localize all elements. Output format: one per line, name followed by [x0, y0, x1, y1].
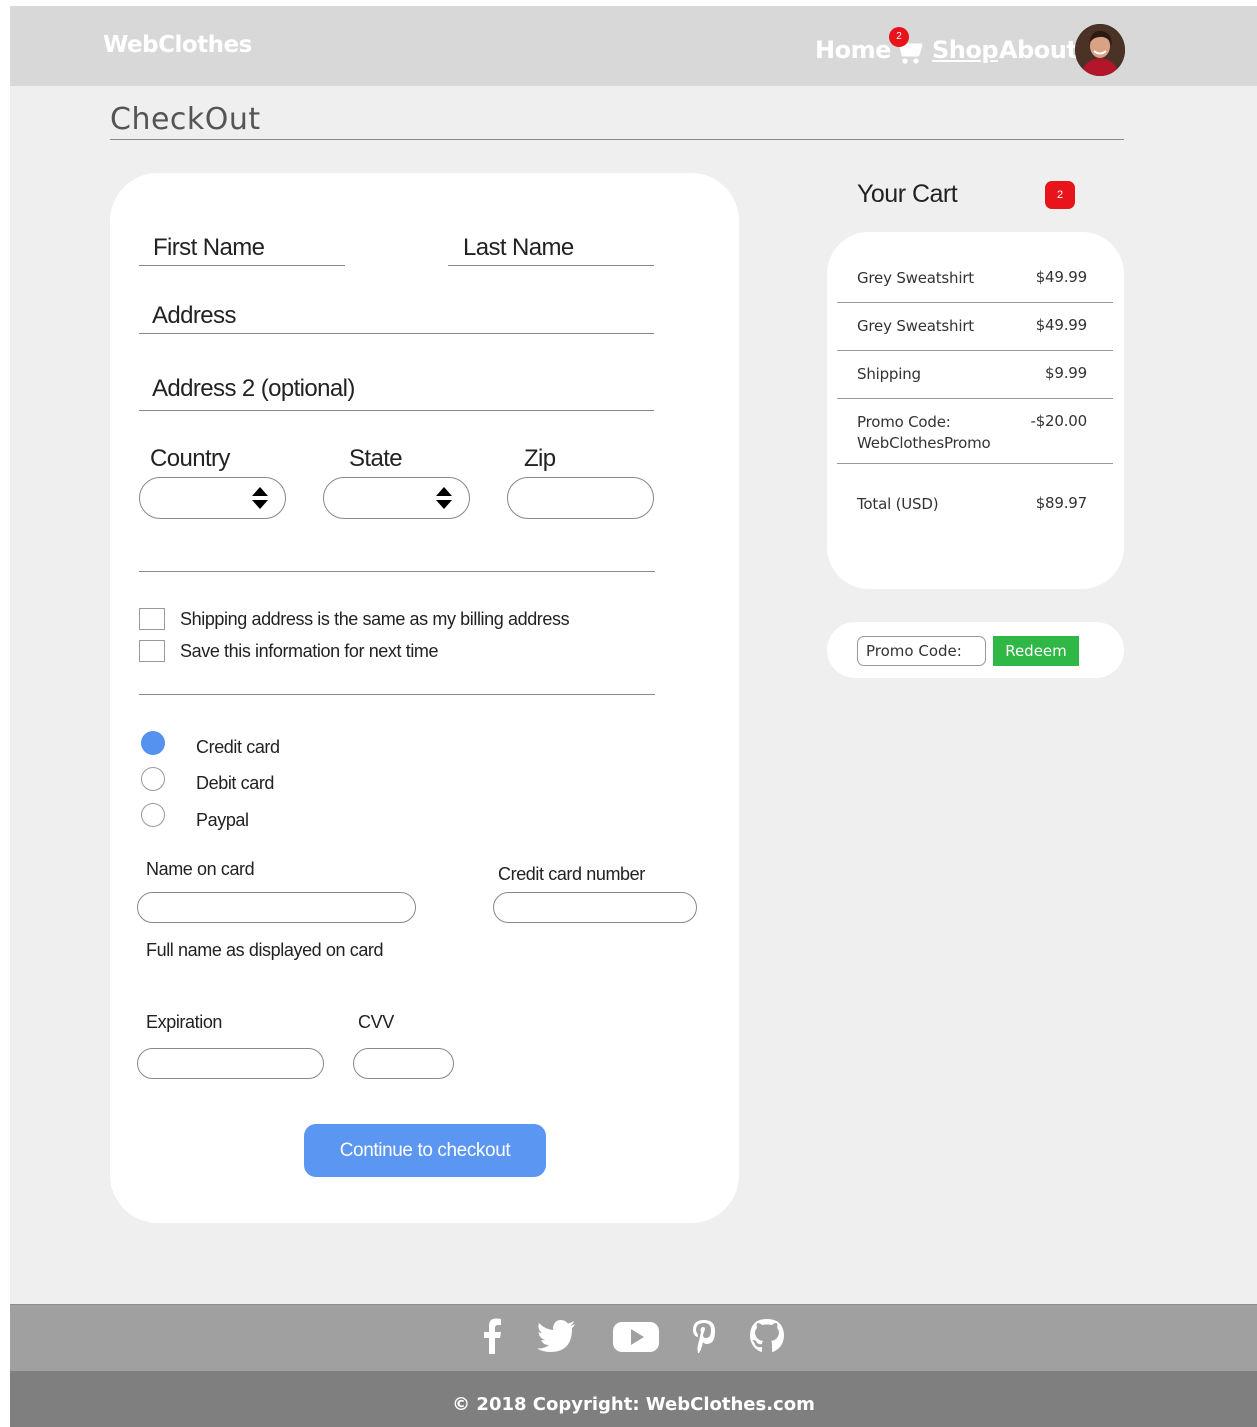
expiration-label: Expiration	[146, 1012, 223, 1032]
expiration-input[interactable]	[137, 1048, 324, 1079]
nav-about-link[interactable]: About	[999, 36, 1078, 64]
page-title: CheckOut	[110, 102, 261, 137]
same-address-label: Shipping address is the same as my billi…	[180, 609, 570, 629]
paypal-radio[interactable]	[141, 803, 165, 827]
footer-social-bar	[10, 1304, 1257, 1371]
cvv-label: CVV	[358, 1012, 394, 1032]
state-select[interactable]	[323, 477, 470, 519]
name-on-card-label: Name on card	[146, 859, 255, 879]
paypal-label: Paypal	[196, 810, 249, 830]
redeem-button[interactable]: Redeem	[993, 636, 1079, 666]
facebook-icon[interactable]	[480, 1318, 504, 1354]
state-label: State	[349, 445, 403, 472]
cvv-input[interactable]	[353, 1048, 454, 1079]
youtube-icon[interactable]	[612, 1318, 660, 1354]
page: WebClothes Home 2 Shop About CheckOut Fi…	[10, 6, 1257, 1427]
debit-card-label: Debit card	[196, 773, 275, 793]
promo-card: Promo Code: Redeem	[827, 622, 1124, 678]
debit-card-radio[interactable]	[141, 767, 165, 791]
promo-discount: -$20.00	[1030, 412, 1088, 430]
first-name-underline	[139, 265, 345, 266]
nav-home-link[interactable]: Home	[815, 36, 891, 64]
credit-card-radio[interactable]	[141, 731, 165, 755]
address2-field[interactable]: Address 2 (optional)	[152, 375, 355, 403]
save-info-checkbox[interactable]	[139, 640, 165, 662]
nav-shop-link[interactable]: Shop	[932, 36, 999, 64]
item-name: Grey Sweatshirt	[857, 269, 974, 287]
cart-summary-card: Grey Sweatshirt $49.99 Grey Sweatshirt $…	[827, 232, 1124, 589]
continue-to-checkout-button[interactable]: Continue to checkout	[304, 1124, 546, 1177]
credit-card-label: Credit card	[196, 737, 280, 757]
cart-divider	[837, 350, 1113, 351]
card-number-input[interactable]	[493, 892, 697, 923]
save-info-label: Save this information for next time	[180, 641, 439, 661]
same-address-checkbox[interactable]	[139, 608, 165, 630]
brand-logo[interactable]: WebClothes	[103, 32, 252, 58]
select-updown-icon	[436, 487, 452, 509]
section-divider	[139, 694, 655, 695]
user-avatar[interactable]	[1075, 24, 1125, 76]
name-hint-text: Full name as displayed on card	[146, 940, 384, 960]
avatar-portrait-icon	[1075, 24, 1125, 76]
item-name: Shipping	[857, 365, 921, 383]
zip-input[interactable]	[507, 477, 654, 519]
top-navbar: WebClothes Home 2 Shop About	[10, 6, 1257, 86]
item-price: $9.99	[1045, 364, 1087, 382]
promo-label: Promo Code:	[857, 413, 951, 431]
cart-divider	[837, 463, 1113, 464]
cart-count-badge: 2	[1045, 181, 1075, 209]
total-amount: $89.97	[1035, 494, 1087, 512]
select-updown-icon	[252, 487, 268, 509]
cart-count-badge: 2	[889, 27, 909, 47]
cart-title: Your Cart	[857, 180, 958, 208]
github-icon[interactable]	[749, 1318, 785, 1354]
address2-underline	[139, 410, 654, 411]
section-divider	[139, 571, 655, 572]
last-name-underline	[448, 265, 654, 266]
country-select[interactable]	[139, 477, 286, 519]
total-label: Total (USD)	[857, 495, 939, 513]
address-field[interactable]: Address	[152, 302, 236, 330]
last-name-field[interactable]: Last Name	[463, 234, 574, 262]
title-divider	[110, 139, 1124, 140]
cart-divider	[837, 398, 1113, 399]
item-price: $49.99	[1035, 268, 1087, 286]
checkout-form-card: First Name Last Name Address Address 2 (…	[110, 173, 739, 1223]
cart-divider	[837, 302, 1113, 303]
item-name: Grey Sweatshirt	[857, 317, 974, 335]
card-number-label: Credit card number	[498, 864, 645, 884]
address-underline	[139, 333, 654, 334]
twitter-icon[interactable]	[536, 1318, 576, 1354]
first-name-field[interactable]: First Name	[153, 234, 265, 262]
country-label: Country	[150, 445, 230, 472]
name-on-card-input[interactable]	[137, 892, 416, 923]
item-price: $49.99	[1035, 316, 1087, 334]
promo-code-input[interactable]: Promo Code:	[857, 636, 986, 666]
footer-copyright: © 2018 Copyright: WebClothes.com	[10, 1371, 1257, 1427]
promo-code-name: WebClothesPromo	[857, 434, 991, 452]
zip-label: Zip	[524, 445, 556, 472]
pinterest-icon[interactable]	[690, 1318, 718, 1354]
